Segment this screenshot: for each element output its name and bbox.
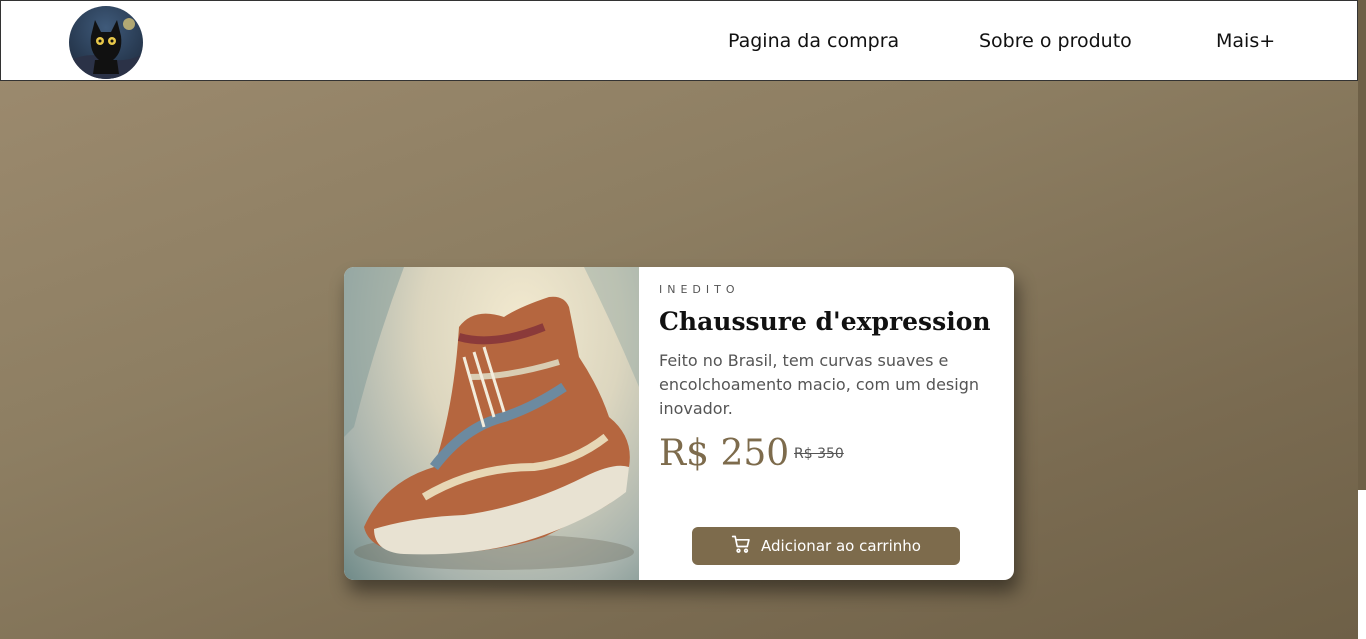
add-to-cart-label: Adicionar ao carrinho [761, 537, 921, 555]
scrollbar-track[interactable] [1358, 0, 1366, 639]
nav-link-mais[interactable]: Mais+ [1216, 30, 1275, 52]
cart-icon [731, 534, 751, 558]
product-description: Feito no Brasil, tem curvas suaves e enc… [659, 351, 980, 418]
add-to-cart-button[interactable]: Adicionar ao carrinho [692, 527, 960, 565]
cat-logo-icon[interactable] [69, 6, 143, 79]
product-category: INEDITO [659, 283, 740, 296]
product-price: R$ 250 [659, 433, 790, 474]
sneaker-painting-image [344, 267, 639, 580]
product-title: Chaussure d'expression [659, 307, 991, 336]
nav-link-pagina-compra[interactable]: Pagina da compra [728, 30, 899, 52]
product-old-price: R$ 350 [794, 446, 844, 462]
product-card: INEDITO Chaussure d'expression Feito no … [344, 267, 1014, 580]
navbar: Pagina da compra Sobre o produto Mais+ [0, 0, 1358, 81]
scrollbar-thumb[interactable] [1358, 0, 1366, 490]
product-details: INEDITO Chaussure d'expression Feito no … [639, 267, 1014, 580]
nav-link-sobre-produto[interactable]: Sobre o produto [979, 30, 1132, 52]
